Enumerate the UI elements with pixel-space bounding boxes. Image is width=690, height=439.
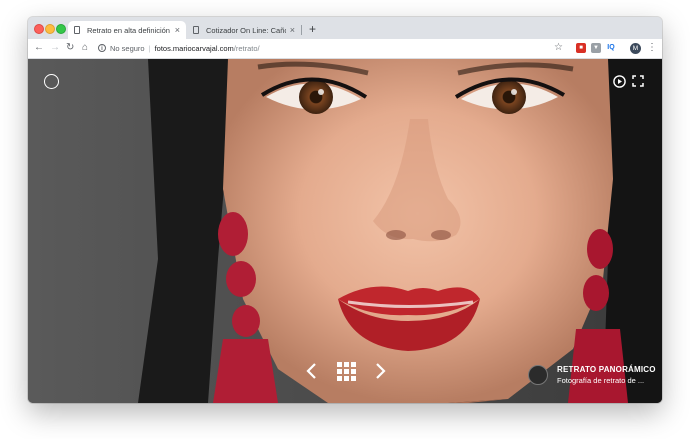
tab-retrato[interactable]: Retrato en alta definición × [68, 21, 186, 39]
home-icon[interactable]: ⌂ [82, 41, 88, 55]
tab-close-icon[interactable]: × [175, 25, 180, 35]
document-icon [193, 26, 199, 34]
address-bar[interactable]: i No seguro | fotos.mariocarvajal.com/re… [98, 41, 560, 55]
tab-separator [301, 25, 302, 35]
tab-strip: Retrato en alta definición × Cotizador O… [28, 17, 662, 39]
extension-red-icon[interactable]: ■ [576, 43, 586, 53]
chevron-right-icon[interactable] [373, 361, 387, 381]
menu-dots-icon[interactable]: ⋮ [647, 41, 657, 55]
photo-caption[interactable]: RETRATO PANORÁMICO Fotografía de retrato… [528, 363, 662, 387]
tab-label: Retrato en alta definición [87, 25, 170, 35]
logo-icon[interactable] [44, 74, 59, 89]
photo-viewer: RETRATO PANORÁMICO Fotografía de retrato… [28, 59, 662, 403]
extension-gray-icon[interactable]: ▼ [591, 43, 601, 53]
tab-close-icon[interactable]: × [290, 25, 295, 35]
chevron-left-icon[interactable] [305, 361, 319, 381]
caption-subtitle: Fotografía de retrato de ... [557, 376, 645, 385]
url-path: /retrato/ [233, 43, 260, 53]
close-window-button[interactable] [34, 24, 44, 34]
bookmark-star-icon[interactable]: ☆ [554, 41, 563, 55]
tab-cotizador[interactable]: Cotizador On Line: Caño Crista × [187, 21, 301, 39]
document-icon [74, 26, 80, 34]
reload-icon[interactable]: ↻ [66, 41, 74, 55]
info-icon[interactable]: i [98, 44, 106, 52]
portrait-photo [28, 59, 662, 403]
maximize-window-button[interactable] [56, 24, 66, 34]
tab-label: Cotizador On Line: Caño Crista [206, 25, 286, 35]
extension-iq-icon[interactable]: IQ [606, 43, 616, 53]
back-icon[interactable]: ← [34, 41, 44, 55]
security-label: No seguro [110, 43, 145, 53]
play-icon[interactable] [613, 75, 626, 88]
grid-icon[interactable] [336, 361, 357, 382]
url-separator: | [148, 43, 151, 53]
caption-thumbnail [528, 365, 548, 385]
fullscreen-icon[interactable] [632, 75, 644, 87]
toolbar: ← → ↻ ⌂ i No seguro | fotos.mariocarvaja… [28, 39, 662, 59]
minimize-window-button[interactable] [45, 24, 55, 34]
browser-window: Retrato en alta definición × Cotizador O… [28, 17, 662, 403]
forward-icon[interactable]: → [50, 41, 60, 55]
profile-avatar[interactable]: M [630, 43, 641, 54]
url-host: fotos.mariocarvajal.com [154, 43, 234, 53]
caption-title: RETRATO PANORÁMICO [557, 365, 656, 374]
new-tab-button[interactable]: + [309, 22, 316, 36]
